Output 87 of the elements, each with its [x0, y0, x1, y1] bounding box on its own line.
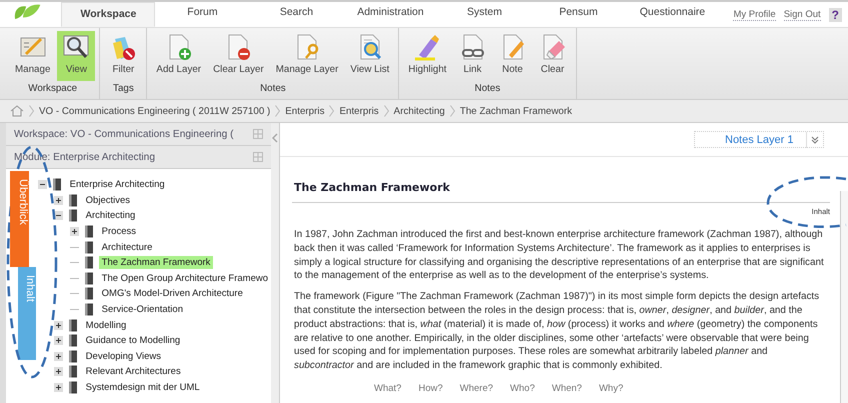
expand-toggle[interactable] — [54, 352, 63, 361]
column-header: When? — [552, 382, 582, 394]
nav-tab[interactable]: System — [437, 2, 532, 27]
tree-item[interactable]: The Zachman Framework — [98, 256, 214, 270]
book-icon — [68, 381, 78, 394]
layer-select[interactable]: Notes Layer 1 — [694, 131, 824, 148]
breadcrumb-link[interactable]: Enterpris — [285, 106, 324, 116]
book-icon — [84, 272, 94, 285]
breadcrumb-link[interactable]: VO - Communications Engineering ( 2011W 257100 ) — [39, 106, 270, 116]
ribbon-button[interactable]: Add Layer — [151, 31, 206, 81]
nav-tab[interactable]: Administration — [343, 2, 438, 27]
tree-item[interactable]: Enterprise Architecting — [66, 178, 168, 192]
nav-tab[interactable]: Forum — [155, 2, 250, 27]
group-label: Workspace — [28, 83, 78, 94]
nav-link[interactable]: My Profile — [733, 9, 776, 21]
tree-item[interactable]: The Open Group Architecture Framewo — [98, 272, 271, 285]
tree-item[interactable]: Service-Orientation — [98, 303, 186, 316]
nav-tab[interactable]: Workspace — [61, 2, 156, 27]
nav-tab[interactable]: Pensum — [531, 2, 626, 27]
book-icon — [84, 303, 94, 316]
ribbon-button[interactable]: Link — [454, 31, 492, 81]
workspace-title: Workspace: VO - Communications Engineering ( — [14, 128, 234, 140]
breadcrumb-link[interactable]: Enterpris — [339, 106, 379, 116]
column-header: Who? — [510, 382, 535, 394]
ribbon-button[interactable]: Manage — [10, 31, 56, 81]
ribbon-button[interactable]: View — [57, 31, 96, 81]
breadcrumb-link[interactable]: The Zachman Framework — [460, 106, 572, 116]
ribbon-button[interactable]: Note — [494, 31, 532, 81]
column-header: Where? — [460, 382, 494, 394]
tree-item[interactable]: Systemdesign mit der UML — [82, 381, 203, 394]
highlighter-icon — [413, 33, 442, 61]
book-icon — [84, 287, 94, 300]
chevron-right-icon — [384, 105, 389, 117]
book-icon — [68, 365, 78, 378]
chevron-right-icon — [329, 105, 334, 117]
group-label: Notes — [260, 83, 286, 94]
tree-item[interactable]: Modelling — [82, 318, 130, 332]
column-header: Why? — [598, 382, 624, 394]
chevron-right-icon — [450, 105, 455, 117]
ribbon-button[interactable]: Clear Layer — [208, 31, 269, 81]
expand-toggle[interactable] — [54, 383, 63, 392]
chevron-right-icon — [29, 105, 34, 117]
collapse-toggle[interactable] — [38, 180, 47, 190]
tree-item[interactable]: OMG's Model-Driven Architecture — [98, 287, 246, 300]
help-link[interactable]: ? — [828, 8, 842, 22]
book-icon — [84, 225, 94, 238]
chevron-right-icon — [275, 105, 280, 117]
expand-toggle[interactable] — [54, 320, 63, 330]
tree-item[interactable]: Relevant Architectures — [82, 365, 184, 378]
expand-toggle[interactable] — [54, 336, 63, 346]
ribbon-button[interactable]: Manage Layer — [270, 31, 344, 81]
ribbon-button[interactable]: View List — [345, 31, 394, 81]
book-icon — [84, 240, 94, 254]
breadcrumb-link[interactable]: Architecting — [394, 106, 445, 116]
ribbon-button[interactable]: Filter — [104, 31, 142, 81]
nav-tab[interactable]: Search — [249, 2, 344, 27]
nav-tab[interactable]: Questionnaire — [625, 2, 720, 27]
group-label: Notes — [474, 83, 500, 94]
paragraph: In 1987, John Zachman introduced the first and best-known enterprise architecture framework (Zachman 1987), although back then it was called ‘Framework for Information Systems Architecture’. The framework as it applies to enterprises is simply a logical structure for classifying and organising the descriptive representations of an enterprise that are significant to the management of the enterprise as well as to the development of the enterprise’s systems. — [294, 228, 825, 284]
book-icon — [68, 318, 78, 332]
book-icon — [68, 194, 78, 207]
article-title: The Zachman Framework — [294, 181, 451, 194]
book-icon — [68, 350, 78, 363]
expand-toggle[interactable] — [70, 227, 79, 236]
chevron-left-icon — [272, 133, 278, 143]
tree-item[interactable]: Architecture — [98, 240, 156, 254]
ribbon-button[interactable]: Highlight — [403, 31, 452, 81]
nav-link[interactable]: Sign Out — [784, 9, 821, 21]
magnifier-icon — [62, 33, 90, 61]
group-label: Tags — [113, 83, 134, 94]
tree-item[interactable]: Objectives — [82, 194, 134, 207]
book-icon — [68, 209, 78, 222]
module-title: Module: Enterprise Architecting — [14, 152, 155, 162]
book-icon — [84, 256, 94, 270]
expand-toggle[interactable] — [54, 367, 63, 376]
paragraph: The framework (Figure "The Zachman Framework (Zachman 1987)") in its most simple form depicts the design artefacts that constitute the intersection between the roles in the design process: that is, owner, designer, and builder, and the product abstractions: that is, what (material) it is made of, how (process) it works and where (geometry) the components are relative to one another. Empirically, in the older disciplines, some other ‘artefacts’ were observable that were being used for scoping and for implementation purposes. These roles are somewhat arbitrarily labeled planner and subcontractor and are included in the framework graphic that is commonly exhibited. — [294, 290, 820, 373]
expand-toggle[interactable] — [54, 196, 63, 205]
column-header: How? — [418, 382, 443, 394]
tree-item[interactable]: Developing Views — [82, 350, 164, 363]
home-icon — [10, 105, 24, 117]
column-header: What? — [374, 382, 402, 394]
book-icon — [52, 178, 62, 192]
tree-item[interactable]: Guidance to Modelling — [82, 334, 184, 348]
tree-item[interactable]: Process — [98, 225, 139, 238]
ribbon-button[interactable]: Clear — [534, 31, 572, 81]
book-icon — [68, 334, 78, 348]
tree-item[interactable]: Architecting — [82, 209, 138, 222]
